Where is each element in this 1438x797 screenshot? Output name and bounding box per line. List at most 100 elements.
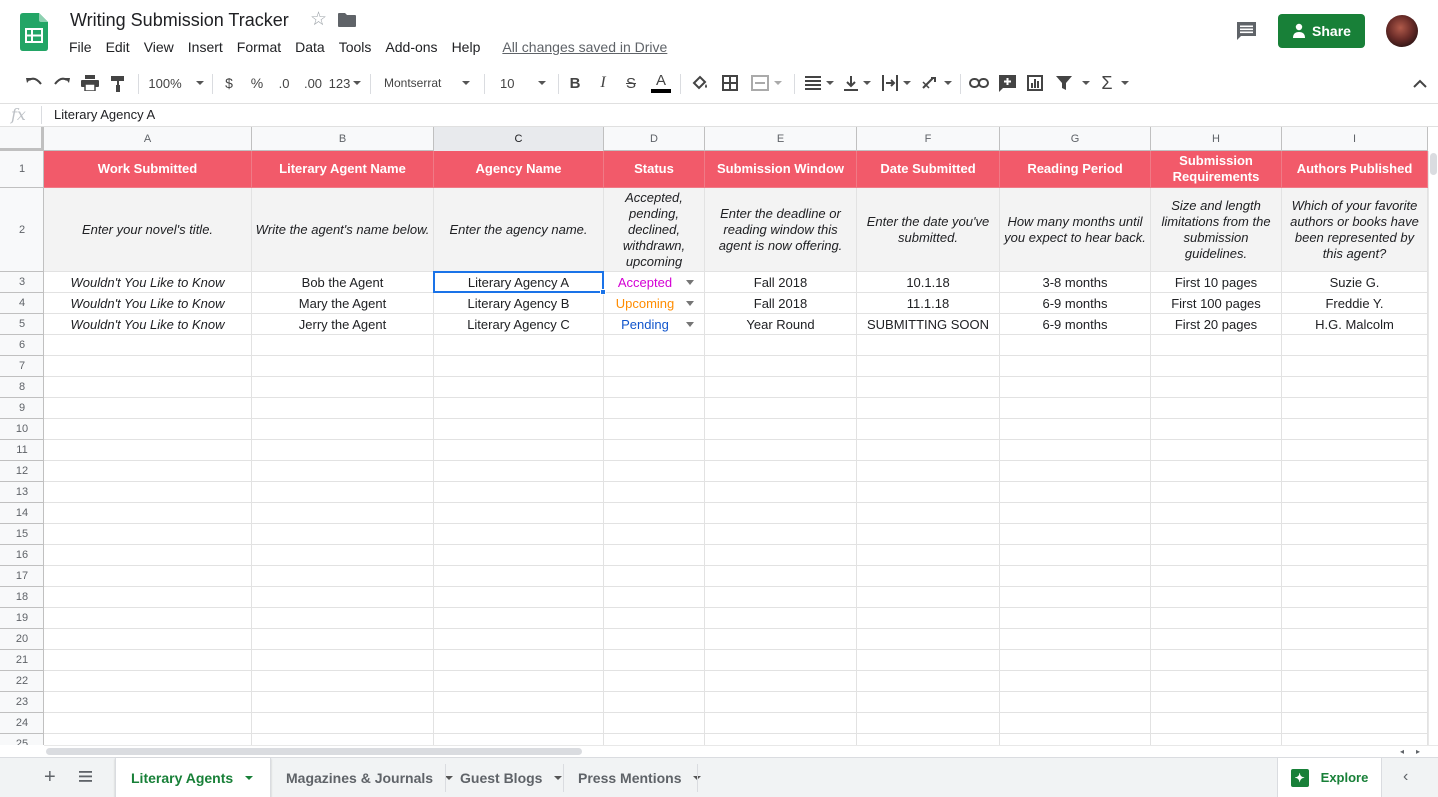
cell-d11[interactable] [604, 440, 705, 461]
cell-i23[interactable] [1282, 692, 1428, 713]
decrease-decimals-button[interactable]: .0 [272, 64, 296, 102]
cell-b10[interactable] [252, 419, 434, 440]
add-sheet-icon[interactable]: + [44, 767, 56, 787]
cell-f8[interactable] [857, 377, 1000, 398]
cell-d22[interactable] [604, 671, 705, 692]
cell-d23[interactable] [604, 692, 705, 713]
dropdown-arrow-icon[interactable] [686, 321, 694, 327]
cell-b11[interactable] [252, 440, 434, 461]
cell-c23[interactable] [434, 692, 604, 713]
cell-a14[interactable] [44, 503, 252, 524]
column-header-c[interactable]: C [434, 127, 604, 151]
cell-a8[interactable] [44, 377, 252, 398]
cell-e11[interactable] [705, 440, 857, 461]
cell-a5[interactable]: Wouldn't You Like to Know [44, 314, 252, 335]
menu-tools[interactable]: Tools [339, 38, 379, 58]
cell-d25[interactable] [604, 734, 705, 745]
cell-f6[interactable] [857, 335, 1000, 356]
cell-d15[interactable] [604, 524, 705, 545]
cell-a15[interactable] [44, 524, 252, 545]
scroll-left-icon[interactable]: ◂ [1396, 746, 1408, 757]
chevron-down-icon[interactable] [554, 775, 563, 780]
cell-d16[interactable] [604, 545, 705, 566]
cell-g20[interactable] [1000, 629, 1151, 650]
cell-f4[interactable]: 11.1.18 [857, 293, 1000, 314]
cell-c13[interactable] [434, 482, 604, 503]
column-header-d[interactable]: D [604, 127, 705, 151]
cell-g7[interactable] [1000, 356, 1151, 377]
cell-b9[interactable] [252, 398, 434, 419]
redo-icon[interactable] [50, 64, 74, 102]
column-header-i[interactable]: I [1282, 127, 1428, 151]
description-cell-h[interactable]: Size and length limitations from the sub… [1151, 188, 1282, 272]
cell-g4[interactable]: 6-9 months [1000, 293, 1151, 314]
description-cell-i[interactable]: Which of your favorite authors or books … [1282, 188, 1428, 272]
font-size-select[interactable]: 10 [492, 64, 552, 102]
text-rotation-icon[interactable] [918, 64, 954, 102]
cell-a4[interactable]: Wouldn't You Like to Know [44, 293, 252, 314]
row-header-17[interactable]: 17 [0, 566, 44, 587]
percent-format-button[interactable]: % [246, 64, 268, 102]
paint-format-icon[interactable] [106, 64, 130, 102]
header-cell-c[interactable]: Agency Name [434, 151, 604, 188]
cell-e18[interactable] [705, 587, 857, 608]
cell-d10[interactable] [604, 419, 705, 440]
cell-c18[interactable] [434, 587, 604, 608]
fill-color-icon[interactable] [688, 64, 712, 102]
comments-icon[interactable] [1236, 21, 1257, 42]
cell-c20[interactable] [434, 629, 604, 650]
cell-i10[interactable] [1282, 419, 1428, 440]
row-header-19[interactable]: 19 [0, 608, 44, 629]
row-header-12[interactable]: 12 [0, 461, 44, 482]
row-header-9[interactable]: 9 [0, 398, 44, 419]
cell-c9[interactable] [434, 398, 604, 419]
cell-b19[interactable] [252, 608, 434, 629]
cell-b7[interactable] [252, 356, 434, 377]
cell-e13[interactable] [705, 482, 857, 503]
row-header-11[interactable]: 11 [0, 440, 44, 461]
cell-g19[interactable] [1000, 608, 1151, 629]
insert-chart-icon[interactable] [1022, 64, 1048, 102]
cell-e15[interactable] [705, 524, 857, 545]
cell-i9[interactable] [1282, 398, 1428, 419]
cell-i19[interactable] [1282, 608, 1428, 629]
row-header-3[interactable]: 3 [0, 272, 44, 293]
cell-d6[interactable] [604, 335, 705, 356]
row-header-1[interactable]: 1 [0, 151, 44, 188]
cell-d14[interactable] [604, 503, 705, 524]
cell-g25[interactable] [1000, 734, 1151, 745]
row-header-24[interactable]: 24 [0, 713, 44, 734]
cell-d8[interactable] [604, 377, 705, 398]
menu-insert[interactable]: Insert [188, 38, 230, 58]
cell-g16[interactable] [1000, 545, 1151, 566]
cell-g9[interactable] [1000, 398, 1151, 419]
cell-f16[interactable] [857, 545, 1000, 566]
column-header-b[interactable]: B [252, 127, 434, 151]
cell-a24[interactable] [44, 713, 252, 734]
row-header-7[interactable]: 7 [0, 356, 44, 377]
collapse-toolbar-icon[interactable] [1408, 64, 1432, 102]
header-cell-h[interactable]: Submission Requirements [1151, 151, 1282, 188]
cell-g23[interactable] [1000, 692, 1151, 713]
cell-c14[interactable] [434, 503, 604, 524]
cell-g17[interactable] [1000, 566, 1151, 587]
cell-e5[interactable]: Year Round [705, 314, 857, 335]
cell-i3[interactable]: Suzie G. [1282, 272, 1428, 293]
cell-a18[interactable] [44, 587, 252, 608]
row-header-25[interactable]: 25 [0, 734, 44, 745]
cell-e21[interactable] [705, 650, 857, 671]
cell-e9[interactable] [705, 398, 857, 419]
cell-a16[interactable] [44, 545, 252, 566]
cell-e4[interactable]: Fall 2018 [705, 293, 857, 314]
cell-d24[interactable] [604, 713, 705, 734]
menu-format[interactable]: Format [237, 38, 288, 58]
cell-e12[interactable] [705, 461, 857, 482]
cell-b6[interactable] [252, 335, 434, 356]
cell-h13[interactable] [1151, 482, 1282, 503]
merge-cells-icon[interactable] [746, 64, 786, 102]
horizontal-align-icon[interactable] [802, 64, 836, 102]
cell-d4-status-dropdown[interactable]: Upcoming [604, 293, 705, 314]
description-cell-b[interactable]: Write the agent's name below. [252, 188, 434, 272]
text-color-icon[interactable]: A [648, 64, 674, 102]
cell-f15[interactable] [857, 524, 1000, 545]
